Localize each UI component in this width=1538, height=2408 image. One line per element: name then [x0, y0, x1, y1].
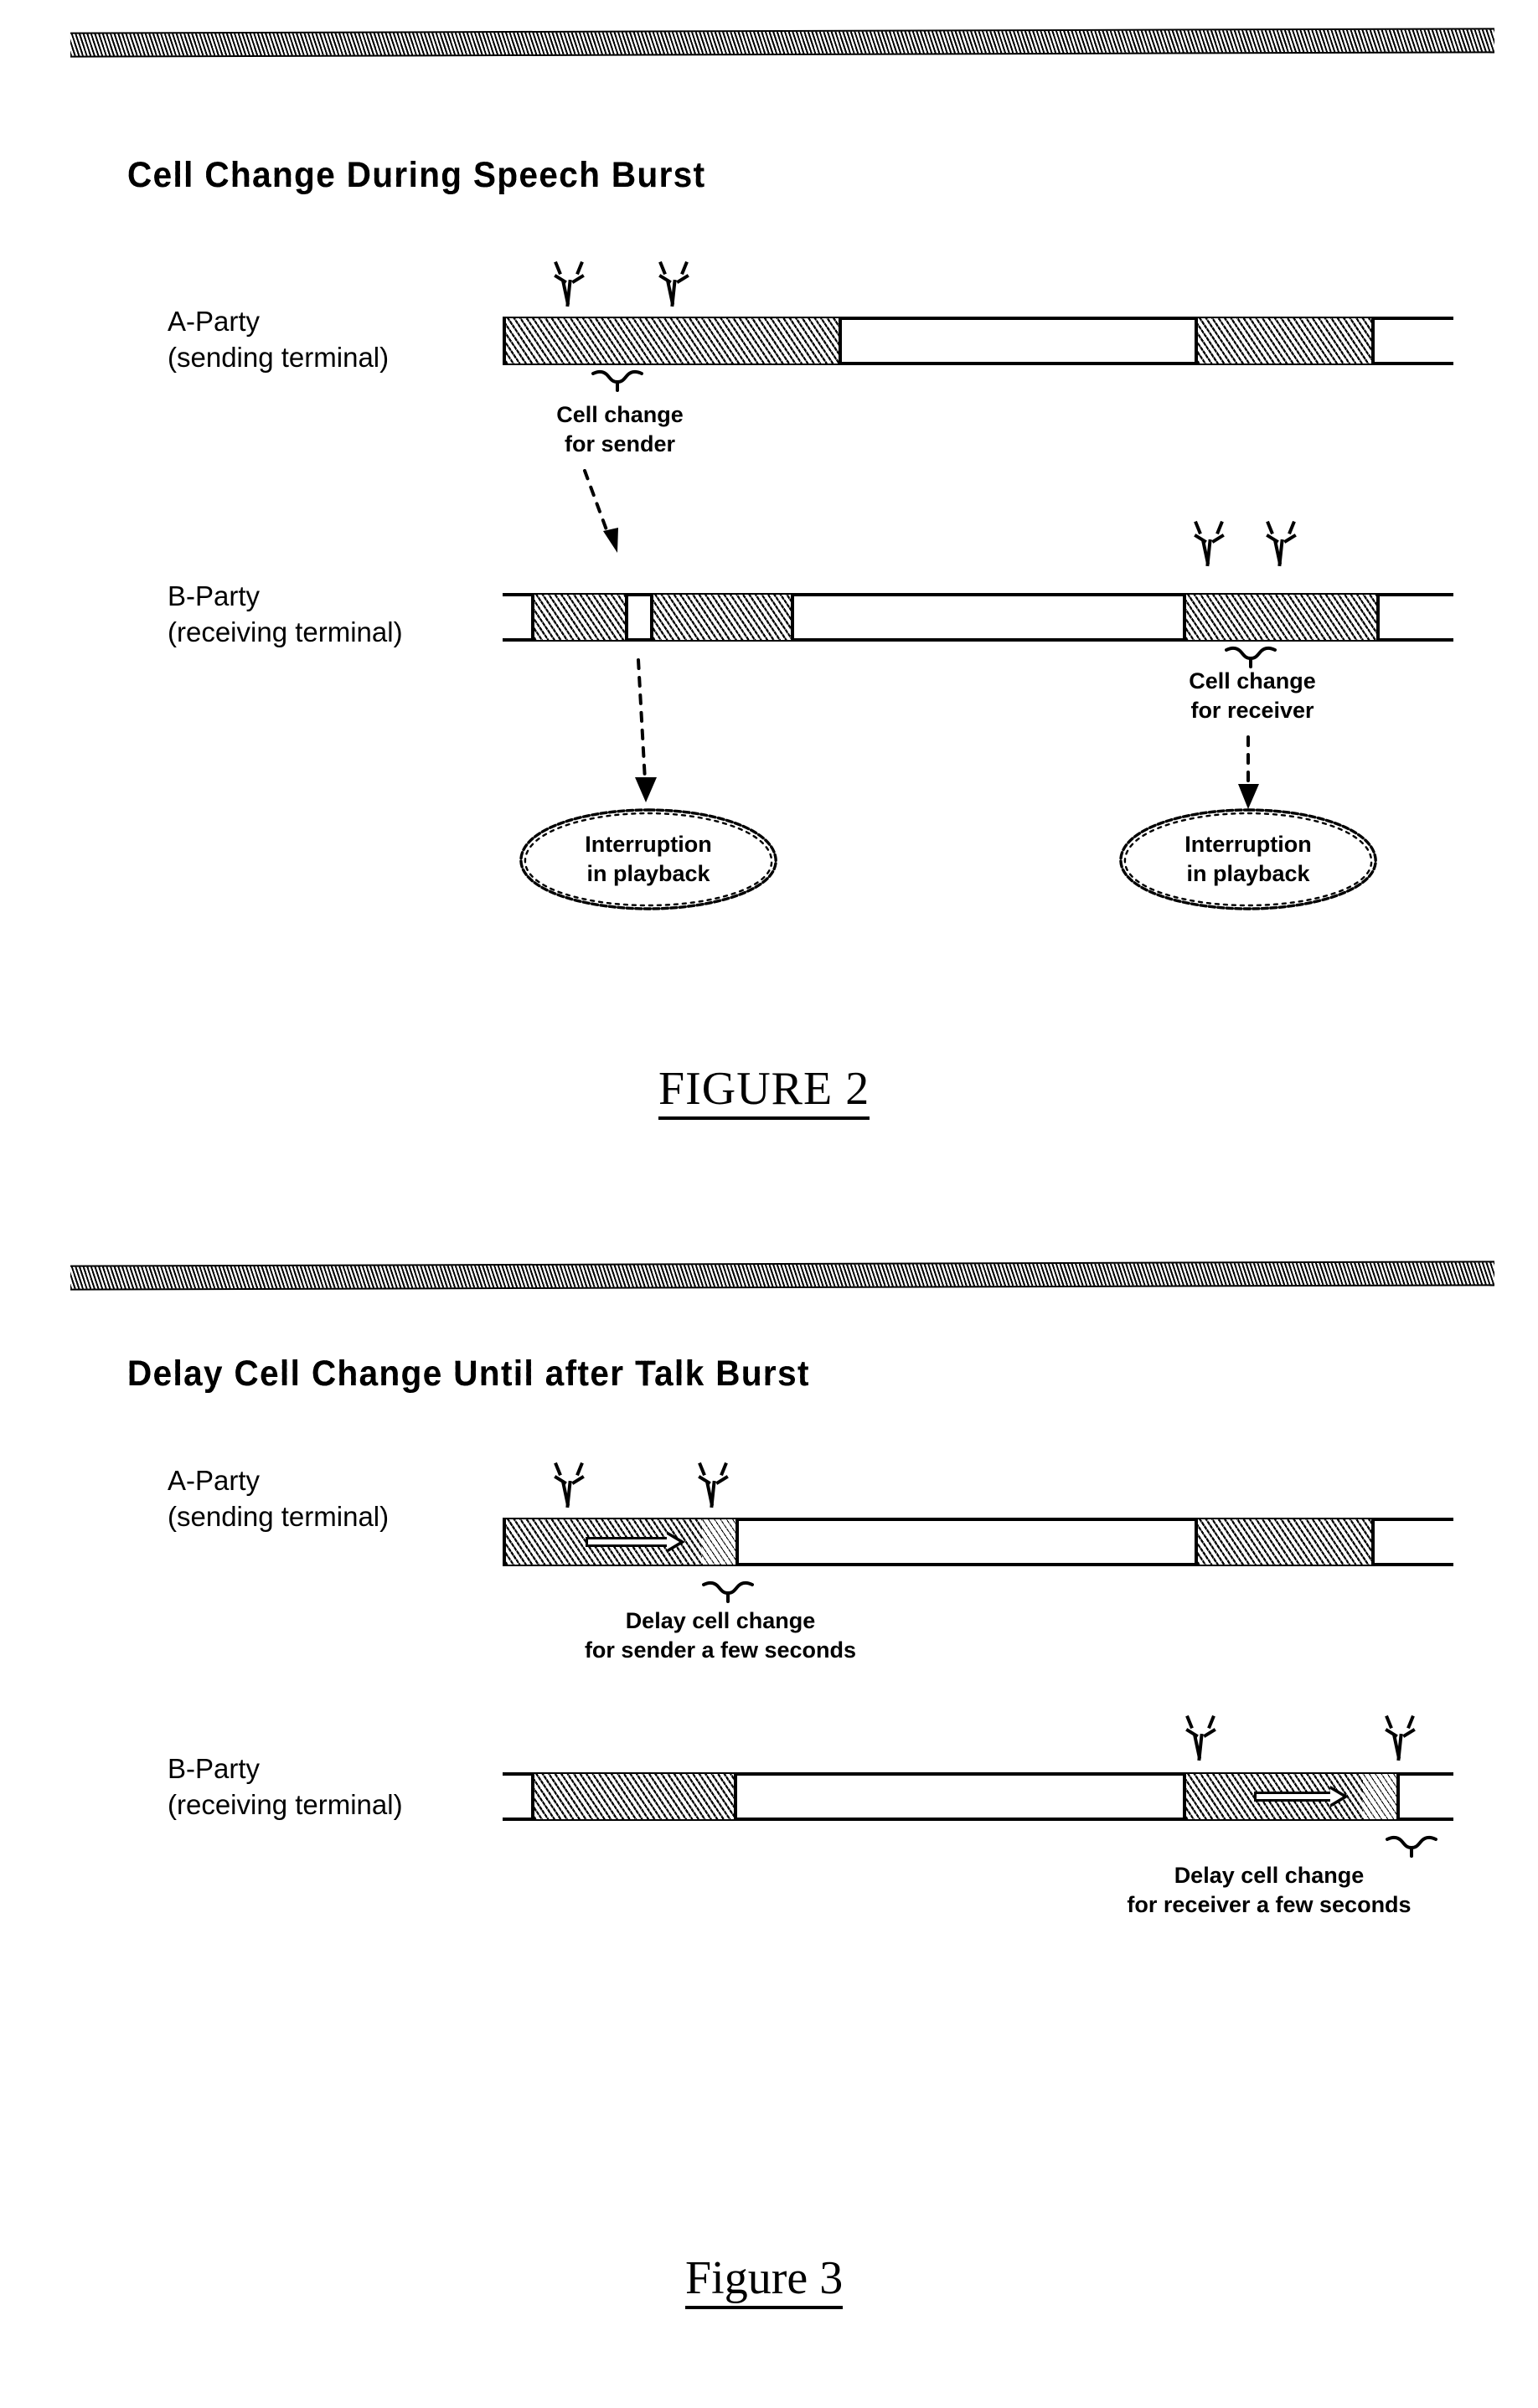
- figure3-title: Delay Cell Change Until after Talk Burst: [127, 1354, 810, 1394]
- callout-line2: for receiver: [1190, 698, 1314, 723]
- figure2-cell-change-sender-callout: Cell change for sender: [503, 400, 737, 459]
- callout-line1: Delay cell change: [1174, 1863, 1365, 1888]
- figure2-a-party-label-line2: (sending terminal): [168, 342, 390, 373]
- figure3-a-party-label-line2: (sending terminal): [168, 1501, 390, 1532]
- figure2-b-party-timeline: [503, 593, 1453, 642]
- figure3-a-party-talk-burst-1-delay: [702, 1519, 740, 1565]
- figure3-a-party-burst-marker-1: [551, 1461, 588, 1508]
- figure3-delay-sender-brace: [702, 1580, 754, 1603]
- callout-line2: for sender: [564, 431, 676, 456]
- figure3-b-party-delay-arrow: [1254, 1786, 1362, 1807]
- figure3-a-party-timeline: [503, 1518, 1453, 1566]
- figure3-delay-receiver-callout: Delay cell change for receiver a few sec…: [1055, 1861, 1483, 1920]
- figure2-b-party-playback-burst-2: [1182, 595, 1380, 640]
- figure2-separator-rule: [70, 28, 1495, 58]
- figure3-b-party-talk-burst-2-delay: [1363, 1774, 1400, 1819]
- figure2-a-party-burst-marker-1: [551, 260, 588, 307]
- callout-line2: for sender a few seconds: [584, 1637, 857, 1663]
- bubble-line2: in playback: [586, 861, 710, 886]
- figure3-a-party-talk-burst-1: [503, 1519, 706, 1565]
- callout-line1: Delay cell change: [625, 1608, 816, 1633]
- bubble-line2: in playback: [1186, 861, 1310, 886]
- callout-line1: Cell change: [1189, 668, 1316, 694]
- figure2-a-party-speech-burst-2: [1195, 318, 1375, 364]
- figure2-b-party-playback-burst-1a: [531, 595, 628, 640]
- figure3-b-party-label-line1: B-Party: [168, 1753, 261, 1784]
- figure3-a-party-label-line1: A-Party: [168, 1465, 261, 1496]
- figure3-a-party-delay-arrow: [586, 1531, 701, 1553]
- figure2-a-party-burst-marker-2: [656, 260, 693, 307]
- figure2-b-party-playback-burst-1b: [649, 595, 795, 640]
- bubble-line1: Interruption: [585, 832, 712, 857]
- callout-line1: Cell change: [556, 402, 684, 427]
- figure2-cell-change-receiver-arrow: [1238, 735, 1259, 809]
- figure2-b-party-burst-marker-2: [1263, 519, 1300, 567]
- figure3-b-party-timeline: [503, 1772, 1453, 1821]
- figure2-b-party-label-line1: B-Party: [168, 580, 261, 611]
- figure3-b-party-talk-burst-2: [1182, 1774, 1367, 1819]
- figure3-a-party-talk-burst-2: [1195, 1519, 1375, 1565]
- figure2-cell-change-sender-arrow: [583, 469, 618, 553]
- figure3-separator-rule: [70, 1261, 1495, 1291]
- figure2-caption: FIGURE 2: [658, 1062, 870, 1120]
- figure3-a-party-label: A-Party (sending terminal): [168, 1462, 389, 1534]
- figure3-b-party-label: B-Party (receiving terminal): [168, 1751, 403, 1823]
- figure2-a-party-label-line1: A-Party: [168, 306, 261, 337]
- figure3-caption: Figure 3: [685, 2251, 844, 2309]
- callout-line2: for receiver a few seconds: [1127, 1892, 1412, 1917]
- figure3-delay-sender-callout: Delay cell change for sender a few secon…: [519, 1606, 921, 1665]
- figure2-caption-text: FIGURE 2: [658, 1063, 870, 1120]
- figure3-a-party-burst-marker-2: [695, 1461, 732, 1508]
- figure2-a-party-timeline: [503, 317, 1453, 365]
- figure2-b-party-burst-marker-1: [1191, 519, 1228, 567]
- figure3-b-party-burst-marker-1: [1183, 1714, 1220, 1761]
- figure2-interruption-bubble-right-text: Interruption in playback: [1114, 830, 1382, 889]
- patent-figure-page: Cell Change During Speech Burst A-Party …: [0, 0, 1538, 2408]
- figure2-a-party-speech-burst-1: [503, 318, 843, 364]
- figure3-b-party-talk-burst-1: [531, 1774, 738, 1819]
- bubble-line1: Interruption: [1184, 832, 1312, 857]
- figure3-b-party-burst-marker-2: [1382, 1714, 1419, 1761]
- figure2-b-party-label-line2: (receiving terminal): [168, 616, 403, 647]
- figure2-interruption-bubble-left: Interruption in playback: [514, 806, 782, 913]
- figure3-b-party-label-line2: (receiving terminal): [168, 1789, 403, 1820]
- figure2-a-party-label: A-Party (sending terminal): [168, 303, 389, 375]
- figure2-interruption-bubble-right: Interruption in playback: [1114, 806, 1382, 913]
- figure2-cell-change-receiver-callout: Cell change for receiver: [1123, 667, 1382, 725]
- figure3-caption-text: Figure 3: [685, 2252, 844, 2309]
- figure2-interruption-bubble-left-text: Interruption in playback: [514, 830, 782, 889]
- figure2-interruption-arrow-left: [635, 658, 657, 802]
- figure2-title: Cell Change During Speech Burst: [127, 155, 706, 195]
- figure2-cell-change-sender-brace: [591, 369, 643, 392]
- figure3-delay-receiver-brace: [1386, 1835, 1437, 1858]
- figure2-b-party-label: B-Party (receiving terminal): [168, 578, 403, 650]
